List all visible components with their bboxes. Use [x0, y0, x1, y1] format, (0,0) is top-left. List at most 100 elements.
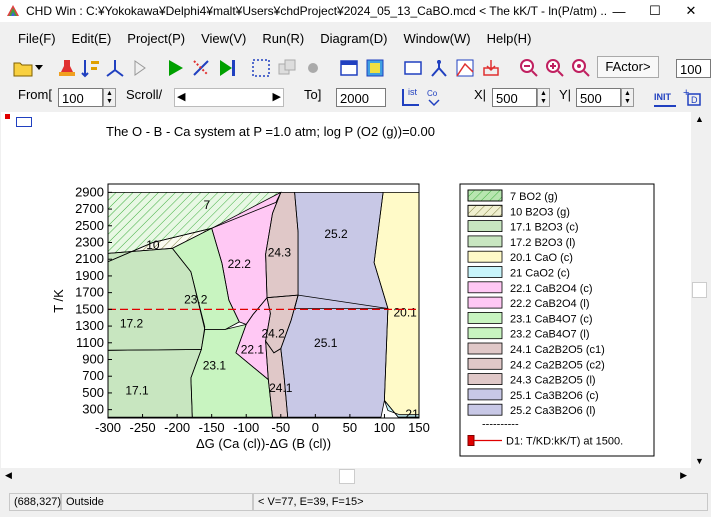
minimize-button[interactable]: — [601, 0, 637, 22]
y-spinner[interactable]: ▲ ▼ [621, 88, 634, 107]
menu-help[interactable]: Help(H) [479, 31, 540, 46]
main-toolbar: FActor> 100 [0, 54, 711, 82]
chevron-left-icon[interactable]: ◀ [177, 90, 185, 103]
chevron-down-icon [35, 65, 43, 70]
factor-button[interactable]: FActor> [597, 56, 659, 78]
copy-button[interactable] [276, 57, 298, 79]
scroll-track[interactable]: ◀ ▶ [174, 88, 284, 107]
legend-swatch [467, 266, 503, 278]
title-bar: CHD Win : C:¥Yokokawa¥Delphi4¥malt¥Users… [0, 0, 711, 22]
sort-button[interactable] [80, 57, 102, 79]
menu-bar: File(F) Edit(E) Project(P) View(V) Run(R… [0, 27, 711, 49]
run-step-button[interactable] [216, 57, 238, 79]
coordinate-button[interactable]: Co [425, 86, 445, 108]
folder-icon [13, 62, 33, 77]
x-spinner[interactable]: ▲ ▼ [537, 88, 550, 107]
y-tick-label: 2300 [75, 235, 104, 250]
x-tick-label: -300 [95, 420, 121, 435]
menu-file[interactable]: File(F) [10, 31, 64, 46]
y-label: Y| [559, 87, 572, 102]
init-button[interactable]: INIT [654, 87, 676, 107]
scroll-left-icon[interactable]: ◀ [5, 470, 12, 481]
phase-diagram-chart: The O - B - Ca system at P =1.0 atm; log… [51, 124, 655, 457]
menu-diagram[interactable]: Diagram(D) [312, 31, 395, 46]
diagram-canvas[interactable]: The O - B - Ca system at P =1.0 atm; log… [1, 112, 691, 468]
close-button[interactable]: ✕ [673, 0, 709, 22]
legend-swatch [467, 250, 503, 263]
map-button[interactable] [364, 57, 386, 79]
factor-input[interactable]: 100 [676, 59, 711, 78]
svg-text:D: D [691, 95, 698, 105]
horizontal-scroll-thumb[interactable] [339, 469, 355, 484]
scroll-up-icon[interactable]: ▲ [695, 114, 704, 124]
y-tick-label: 900 [82, 352, 104, 367]
axes-icon [106, 60, 124, 77]
folder-dropdown-button[interactable] [34, 57, 44, 79]
menu-edit[interactable]: Edit(E) [64, 31, 120, 46]
add-diagram-icon: +D [683, 87, 701, 106]
map-icon [366, 59, 384, 77]
vertical-scrollbar[interactable]: ▲ ▼ [691, 112, 708, 468]
from-label: From[ [18, 87, 52, 102]
horizontal-scrollbar[interactable]: ◀ ▶ [1, 468, 691, 485]
menu-view[interactable]: View(V) [193, 31, 254, 46]
from-input[interactable]: 100 [58, 88, 103, 107]
legend-dashes: ---------- [482, 419, 519, 431]
y-tick-label: 1100 [76, 335, 104, 350]
from-spinner[interactable]: ▲ ▼ [103, 88, 116, 107]
open-folder-button[interactable] [12, 57, 34, 79]
legend-label: 10 B2O3 (g) [510, 206, 570, 218]
list-button[interactable]: ist [400, 86, 422, 108]
add-diagram-button[interactable]: + D [682, 86, 704, 108]
y-input[interactable]: 500 [576, 88, 621, 107]
select-button[interactable] [250, 57, 272, 79]
play-icon [169, 60, 183, 76]
x-axis-label: ΔG (Ca (cl))-ΔG (B (cl)) [196, 436, 331, 451]
zoom-in-button[interactable] [544, 57, 566, 79]
to-input[interactable]: 2000 [336, 88, 386, 107]
dot-icon [308, 63, 318, 73]
legend-swatch [467, 281, 503, 294]
legend-swatch [467, 342, 503, 355]
menu-project[interactable]: Project(P) [119, 31, 193, 46]
region-label-21: 21 [405, 407, 419, 421]
zoom-out-button[interactable] [518, 57, 540, 79]
region-17.1 [108, 349, 202, 418]
svg-text:Co: Co [427, 89, 438, 98]
step-button[interactable] [128, 57, 150, 79]
sort-icon [81, 60, 99, 78]
y-tick-label: 1900 [75, 268, 104, 283]
y-tick-label: 2900 [75, 184, 104, 199]
play-outline-icon [134, 60, 146, 76]
window-icon [340, 60, 358, 76]
legend-label: 24.3 Ca2B2O5 (l) [510, 375, 596, 387]
chevron-right-icon[interactable]: ▶ [273, 90, 281, 103]
scroll-down-icon[interactable]: ▼ [695, 456, 704, 466]
legend-swatch [467, 235, 503, 248]
frame-icon [404, 61, 422, 75]
window-title: CHD Win : C:¥Yokokawa¥Delphi4¥malt¥Users… [26, 4, 606, 18]
menu-window[interactable]: Window(W) [395, 31, 478, 46]
vertical-scroll-thumb[interactable] [692, 282, 707, 298]
tree-button[interactable] [428, 57, 450, 79]
point-button[interactable] [302, 57, 324, 79]
scroll-right-icon[interactable]: ▶ [680, 470, 687, 481]
to-label: To] [304, 87, 322, 102]
chart-title: The O - B - Ca system at P =1.0 atm; log… [106, 124, 435, 139]
zoom-fit-button[interactable] [570, 57, 592, 79]
compute-button[interactable] [56, 57, 78, 79]
axes-button[interactable] [104, 57, 126, 79]
x-input[interactable]: 500 [492, 88, 537, 107]
tree-icon [431, 60, 447, 77]
diagram-button[interactable] [454, 57, 476, 79]
scatter-button[interactable] [190, 57, 212, 79]
frame-button[interactable] [402, 57, 424, 79]
menu-run[interactable]: Run(R) [254, 31, 312, 46]
run-button[interactable] [164, 57, 186, 79]
window-button[interactable] [338, 57, 360, 79]
insert-button[interactable] [480, 57, 502, 79]
y-tick-label: 1300 [75, 318, 104, 333]
legend-swatch [467, 296, 503, 309]
region-label-22.1: 22.1 [241, 342, 265, 356]
maximize-button[interactable]: ☐ [637, 0, 673, 22]
